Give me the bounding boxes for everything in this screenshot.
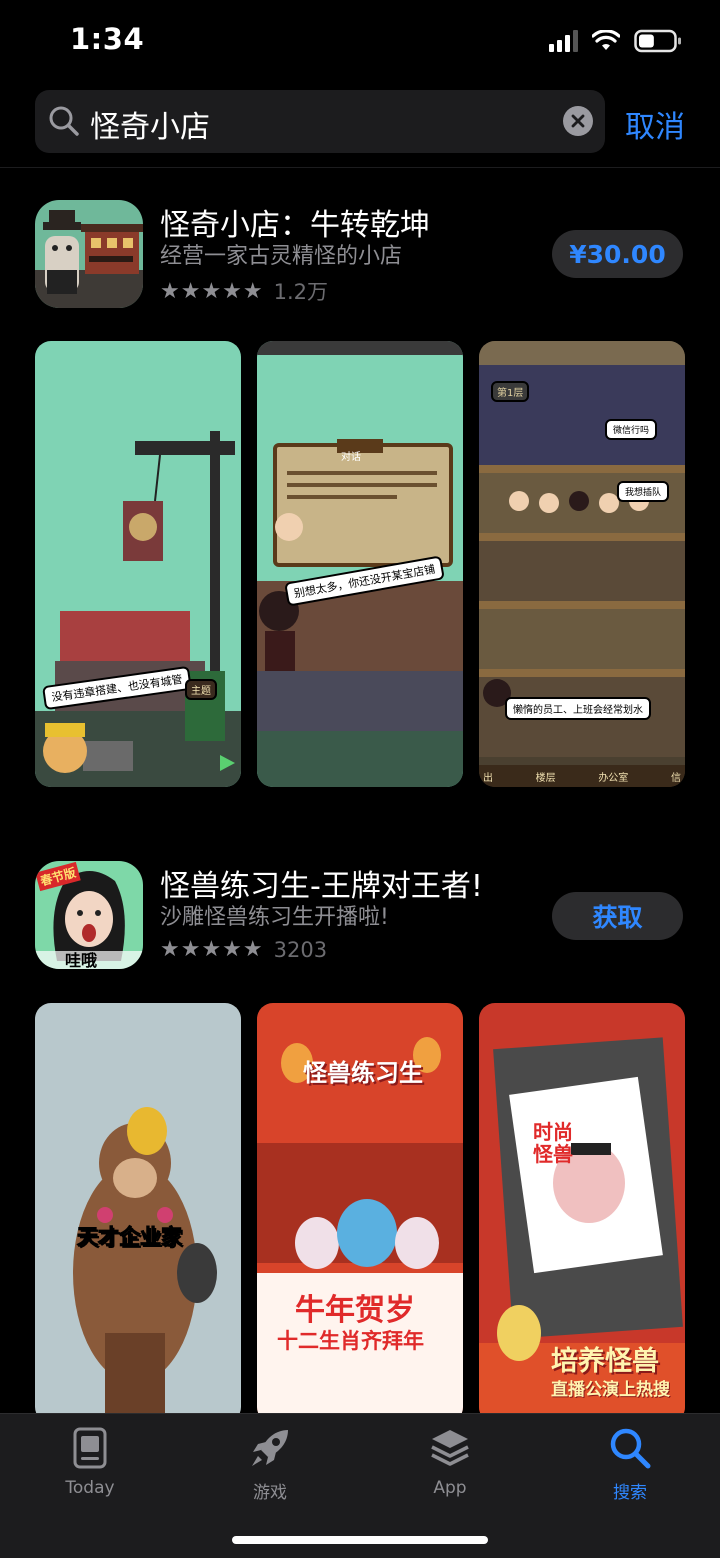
search-row: 怪奇小店 取消 (0, 82, 720, 168)
app-subtitle: 沙雕怪兽练习生开播啦! (160, 905, 389, 930)
today-icon (73, 1427, 107, 1469)
app-result-2[interactable]: 春节版 哇哦 怪兽练习生-王牌对王者! 沙雕怪兽练习生开播啦! ★★★★★ 32… (0, 861, 720, 976)
tab-label: 游戏 (253, 1483, 287, 1503)
screenshot-sign: 主题 (185, 679, 217, 700)
star-rating-icon: ★★★★★ (160, 278, 264, 304)
bottom-tab-label: 办公室 (598, 773, 629, 784)
app-result-1[interactable]: 怪奇小店：牛转乾坤 经营一家古灵精怪的小店 ★★★★★ 1.2万 ¥30.00 (0, 200, 720, 315)
layers-icon (431, 1430, 469, 1466)
status-bar: 1:34 (0, 0, 720, 82)
screenshot-1[interactable]: 没有违章搭建、也没有城管 主题 (35, 341, 241, 787)
screenshot-banner: 天才企业家 (77, 1225, 183, 1250)
price-button[interactable]: ¥30.00 (552, 230, 683, 278)
app-rating: ★★★★★ 1.2万 (160, 276, 328, 306)
home-indicator (232, 1536, 488, 1544)
icon-text: 哇哦 (65, 951, 98, 969)
screenshot-subline: 十二生肖齐拜年 (277, 1329, 424, 1353)
status-time: 1:34 (70, 22, 145, 56)
search-icon (610, 1428, 651, 1469)
screenshot-3[interactable]: 第1层 微信行吗 我想插队 懒惰的员工、上班会经常划水 出 楼层 办公室 信 (479, 341, 685, 787)
screenshot-headline: 牛年贺岁 (295, 1293, 415, 1328)
screenshot-2[interactable]: 怪兽练习生 牛年贺岁 十二生肖齐拜年 (257, 1003, 463, 1423)
star-rating-icon: ★★★★★ (160, 937, 264, 962)
search-icon (49, 106, 79, 136)
close-icon (571, 114, 585, 128)
speech-bubble: 微信行吗 (605, 419, 658, 440)
tab-label: Today (65, 1478, 115, 1498)
screenshot-headline: 培养怪兽 (551, 1346, 659, 1377)
tab-apps[interactable]: App (400, 1426, 500, 1498)
search-input[interactable]: 怪奇小店 (90, 102, 210, 146)
screenshot-caption: 懒惰的员工、上班会经常划水 (505, 697, 651, 720)
bottom-tab-label: 楼层 (535, 773, 556, 784)
screenshot-2[interactable]: 对话 别想太多，你还没开某宝店铺 (257, 341, 463, 787)
screenshot-subline: 直播公演上热搜 (551, 1380, 670, 1400)
cellular-signal-icon (549, 30, 578, 52)
app-icon[interactable]: 春节版 哇哦 (35, 861, 143, 969)
clear-search-button[interactable] (563, 106, 593, 136)
screenshot-logo: 怪兽练习生 (303, 1059, 423, 1087)
screenshot-1[interactable]: 天才企业家 (35, 1003, 241, 1423)
screenshot-bottom-tabs: 出 楼层 办公室 信 (479, 769, 685, 784)
bottom-tab-label: 信 (670, 773, 681, 784)
rating-count: 1.2万 (273, 280, 329, 304)
app-subtitle: 经营一家古灵精怪的小店 (160, 244, 403, 269)
status-icons (549, 28, 682, 54)
floor-label: 第1层 (491, 381, 530, 402)
app-rating: ★★★★★ 3203 (160, 937, 327, 962)
battery-icon (634, 29, 681, 53)
speech-bubble: 我想插队 (617, 481, 670, 502)
screenshot-3[interactable]: 时尚怪兽 培养怪兽 直播公演上热搜 (479, 1003, 685, 1423)
bottom-tab-label: 出 (483, 773, 493, 784)
tab-label: 搜索 (613, 1483, 647, 1503)
tab-games[interactable]: 游戏 (220, 1426, 320, 1503)
tab-label: App (433, 1478, 467, 1498)
rocket-icon (252, 1430, 288, 1466)
app-icon[interactable] (35, 200, 143, 308)
cancel-button[interactable]: 取消 (625, 102, 685, 146)
wifi-icon (592, 30, 620, 50)
tab-search[interactable]: 搜索 (580, 1426, 680, 1503)
get-button[interactable]: 获取 (552, 892, 683, 940)
dialog-header: 对话 (341, 452, 361, 463)
screenshot-tag: 时尚怪兽 (533, 1120, 573, 1166)
search-field[interactable]: 怪奇小店 (35, 90, 605, 153)
tab-today[interactable]: Today (40, 1426, 140, 1498)
rating-count: 3203 (273, 937, 328, 962)
